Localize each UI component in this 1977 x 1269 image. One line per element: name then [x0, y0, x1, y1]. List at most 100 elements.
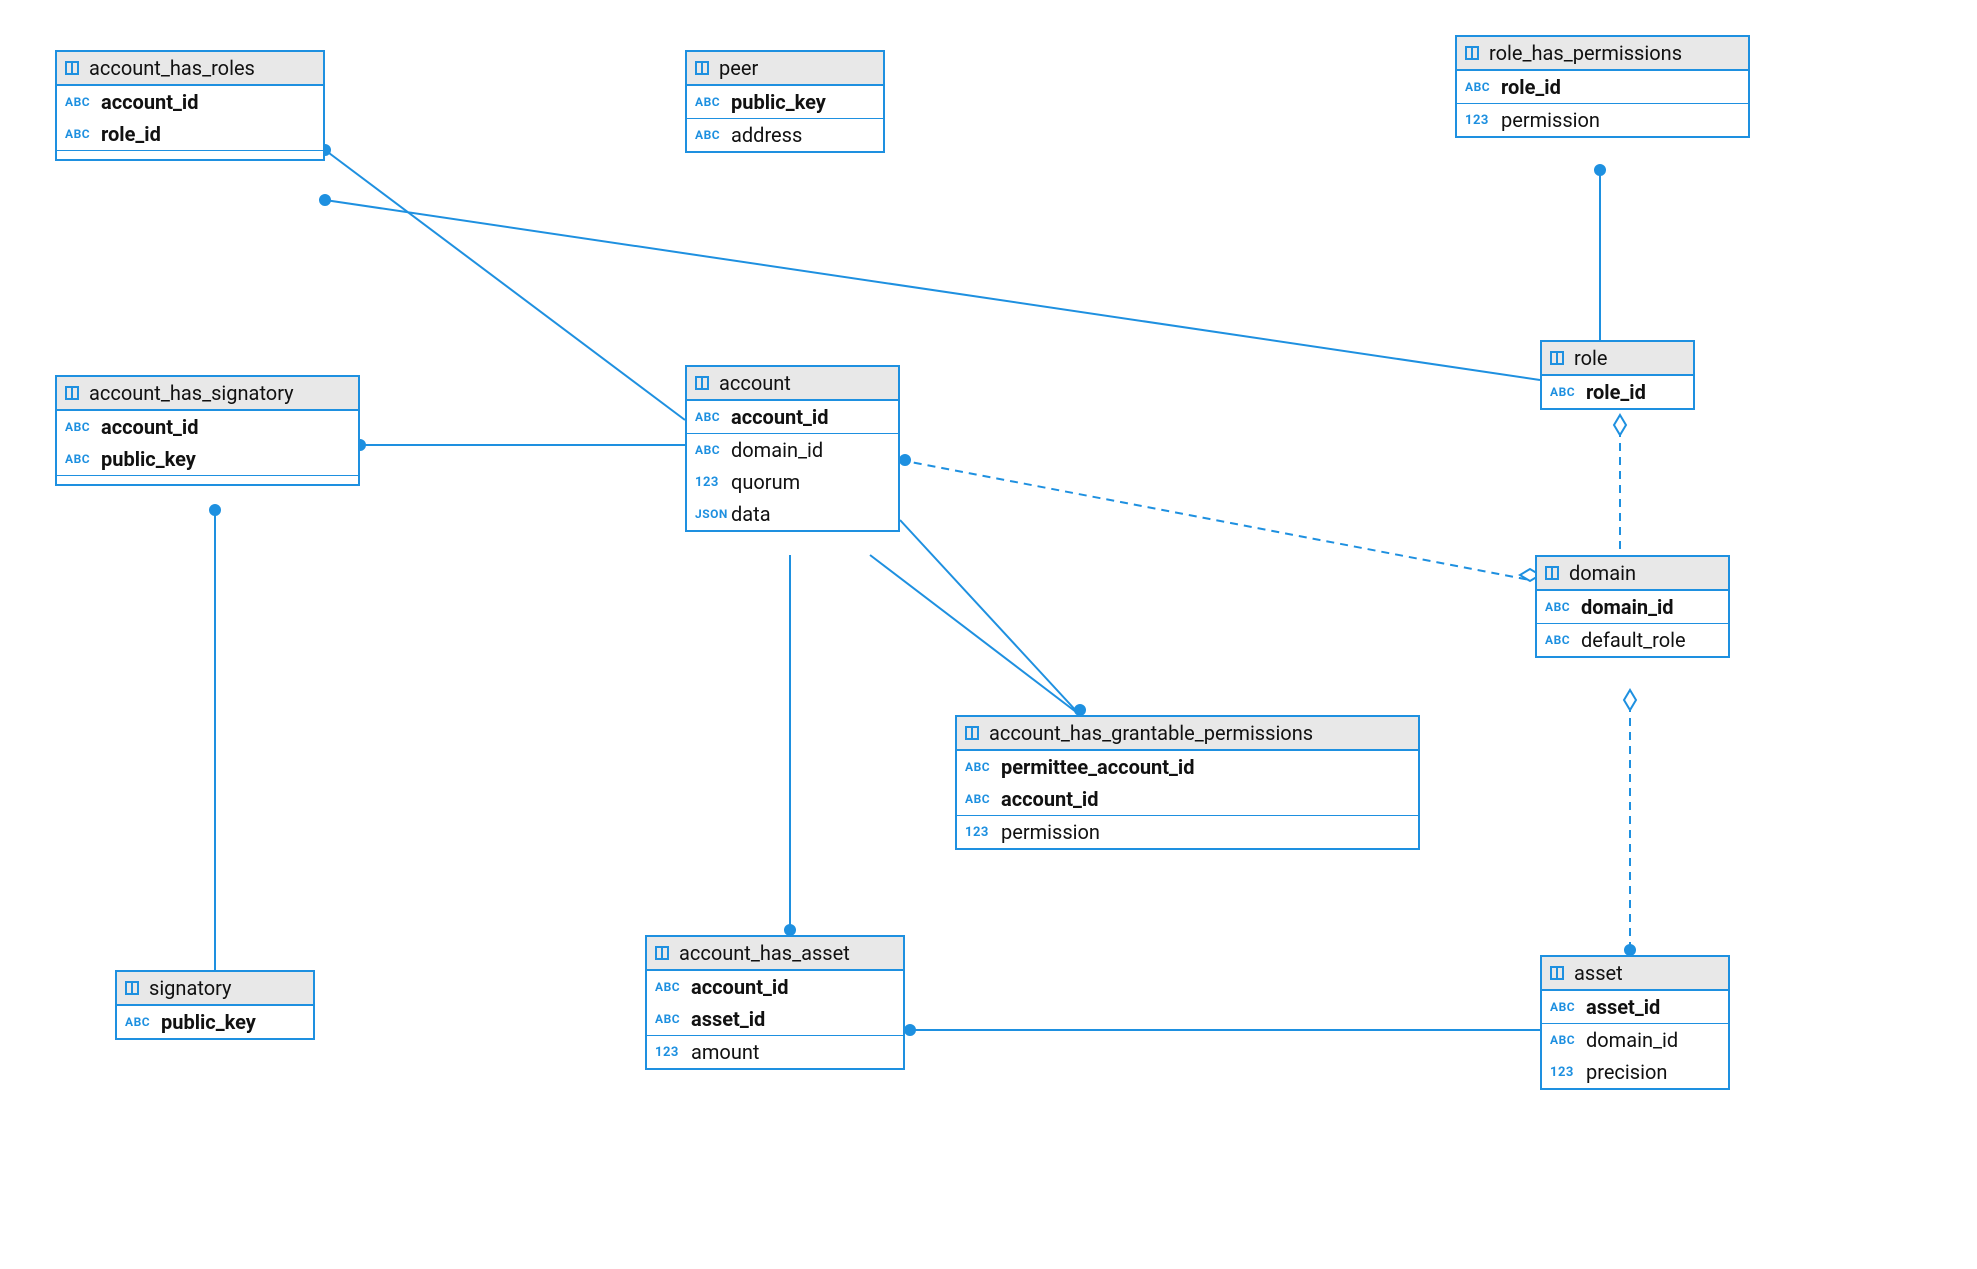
- field-name: role_id: [1501, 75, 1561, 99]
- abc-type-icon: ABC: [1550, 1033, 1580, 1047]
- field-data[interactable]: JSONdata: [687, 498, 898, 530]
- entity-title: account: [719, 371, 791, 395]
- field-name: permission: [1501, 108, 1600, 132]
- field-amount[interactable]: 123 amount: [647, 1035, 903, 1068]
- json-type-icon: JSON: [695, 507, 725, 521]
- entity-peer[interactable]: peer ABCpublic_key ABC address: [685, 50, 885, 153]
- field-permission[interactable]: 123 permission: [1457, 103, 1748, 136]
- entity-header[interactable]: account_has_grantable_permissions: [957, 717, 1418, 751]
- trailing-separator: [57, 475, 358, 484]
- entity-asset[interactable]: asset ABC asset_id ABC domain_id 123precision: [1540, 955, 1730, 1090]
- abc-type-icon: ABC: [655, 980, 685, 994]
- entity-header[interactable]: signatory: [117, 972, 313, 1006]
- table-icon: [965, 726, 983, 740]
- entity-header[interactable]: domain: [1537, 557, 1728, 591]
- field-role_id[interactable]: ABCrole_id: [1542, 376, 1693, 408]
- abc-type-icon: ABC: [65, 95, 95, 109]
- field-permittee_account_id[interactable]: ABCpermittee_account_id: [957, 751, 1418, 783]
- field-permission[interactable]: 123 permission: [957, 815, 1418, 848]
- field-account_id[interactable]: ABCaccount_id: [957, 783, 1418, 815]
- field-role_id[interactable]: ABC role_id: [1457, 71, 1748, 103]
- entity-title: signatory: [149, 976, 232, 1000]
- entity-account_has_grantable_permissions[interactable]: account_has_grantable_permissionsABCperm…: [955, 715, 1420, 850]
- table-icon: [695, 61, 713, 75]
- table-icon: [65, 386, 83, 400]
- table-icon: [1545, 566, 1563, 580]
- entity-role_has_permissions[interactable]: role_has_permissions ABC role_id 123 permiss…: [1455, 35, 1750, 138]
- entity-header[interactable]: peer: [687, 52, 883, 86]
- field-name: precision: [1586, 1060, 1667, 1084]
- field-name: amount: [691, 1040, 759, 1064]
- abc-type-icon: ABC: [125, 1015, 155, 1029]
- num-type-icon: 123: [695, 475, 725, 490]
- num-type-icon: 123: [655, 1045, 685, 1060]
- num-type-icon: 123: [1465, 113, 1495, 128]
- entity-signatory[interactable]: signatory ABC public_key: [115, 970, 315, 1040]
- entity-header[interactable]: asset: [1542, 957, 1728, 991]
- entity-header[interactable]: account_has_signatory: [57, 377, 358, 411]
- table-icon: [1465, 46, 1483, 60]
- field-name: permittee_account_id: [1001, 755, 1195, 779]
- entity-account_has_roles[interactable]: account_has_roles ABC account_id ABCrole_id: [55, 50, 325, 161]
- field-address[interactable]: ABC address: [687, 118, 883, 151]
- field-name: domain_id: [1586, 1028, 1678, 1052]
- abc-type-icon: ABC: [65, 452, 95, 466]
- table-icon: [695, 376, 713, 390]
- field-name: account_id: [101, 90, 198, 114]
- entity-title: account_has_grantable_permissions: [989, 721, 1313, 745]
- entity-header[interactable]: account_has_roles: [57, 52, 323, 86]
- entity-header[interactable]: account_has_asset: [647, 937, 903, 971]
- field-public_key[interactable]: ABC public_key: [117, 1006, 313, 1038]
- entity-account_has_signatory[interactable]: account_has_signatoryABCaccount_idABCpub…: [55, 375, 360, 486]
- field-asset_id[interactable]: ABCasset_id: [647, 1003, 903, 1035]
- field-default_role[interactable]: ABCdefault_role: [1537, 623, 1728, 656]
- field-name: domain_id: [1581, 595, 1674, 619]
- entity-title: peer: [719, 56, 758, 80]
- field-name: role_id: [101, 122, 161, 146]
- entity-title: account_has_asset: [679, 941, 850, 965]
- field-public_key[interactable]: ABC public_key: [57, 443, 358, 475]
- abc-type-icon: ABC: [65, 420, 95, 434]
- field-account_id[interactable]: ABCaccount_id: [687, 401, 898, 433]
- table-icon: [1550, 966, 1568, 980]
- field-name: public_key: [101, 447, 196, 471]
- entity-title: role: [1574, 346, 1607, 370]
- entity-role[interactable]: role ABCrole_id: [1540, 340, 1695, 410]
- field-precision[interactable]: 123precision: [1542, 1056, 1728, 1088]
- abc-type-icon: ABC: [695, 410, 725, 424]
- entity-header[interactable]: role: [1542, 342, 1693, 376]
- abc-type-icon: ABC: [965, 792, 995, 806]
- field-name: asset_id: [691, 1007, 765, 1031]
- field-account_id[interactable]: ABCaccount_id: [57, 411, 358, 443]
- field-name: address: [731, 123, 802, 147]
- field-name: default_role: [1581, 628, 1686, 652]
- field-public_key[interactable]: ABCpublic_key: [687, 86, 883, 118]
- trailing-separator: [57, 150, 323, 159]
- field-name: account_id: [691, 975, 788, 999]
- entity-account_has_asset[interactable]: account_has_asset ABC account_id ABCasset_i…: [645, 935, 905, 1070]
- field-account_id[interactable]: ABC account_id: [57, 86, 323, 118]
- abc-type-icon: ABC: [1550, 1000, 1580, 1014]
- field-domain_id[interactable]: ABC domain_id: [1542, 1023, 1728, 1056]
- abc-type-icon: ABC: [1545, 600, 1575, 614]
- field-domain_id[interactable]: ABCdomain_id: [687, 433, 898, 466]
- entity-title: asset: [1574, 961, 1623, 985]
- abc-type-icon: ABC: [695, 128, 725, 142]
- abc-type-icon: ABC: [1465, 80, 1495, 94]
- field-account_id[interactable]: ABC account_id: [647, 971, 903, 1003]
- entity-domain[interactable]: domain ABC domain_id ABCdefault_role: [1535, 555, 1730, 658]
- field-domain_id[interactable]: ABC domain_id: [1537, 591, 1728, 623]
- field-name: role_id: [1586, 380, 1646, 404]
- field-name: asset_id: [1586, 995, 1660, 1019]
- field-role_id[interactable]: ABCrole_id: [57, 118, 323, 150]
- entity-header[interactable]: account: [687, 367, 898, 401]
- entity-account[interactable]: account ABCaccount_idABCdomain_id123quoru…: [685, 365, 900, 532]
- entity-header[interactable]: role_has_permissions: [1457, 37, 1748, 71]
- field-name: permission: [1001, 820, 1100, 844]
- num-type-icon: 123: [965, 825, 995, 840]
- field-name: public_key: [161, 1010, 256, 1034]
- abc-type-icon: ABC: [695, 443, 725, 457]
- field-quorum[interactable]: 123quorum: [687, 466, 898, 498]
- field-asset_id[interactable]: ABC asset_id: [1542, 991, 1728, 1023]
- entity-title: domain: [1569, 561, 1636, 585]
